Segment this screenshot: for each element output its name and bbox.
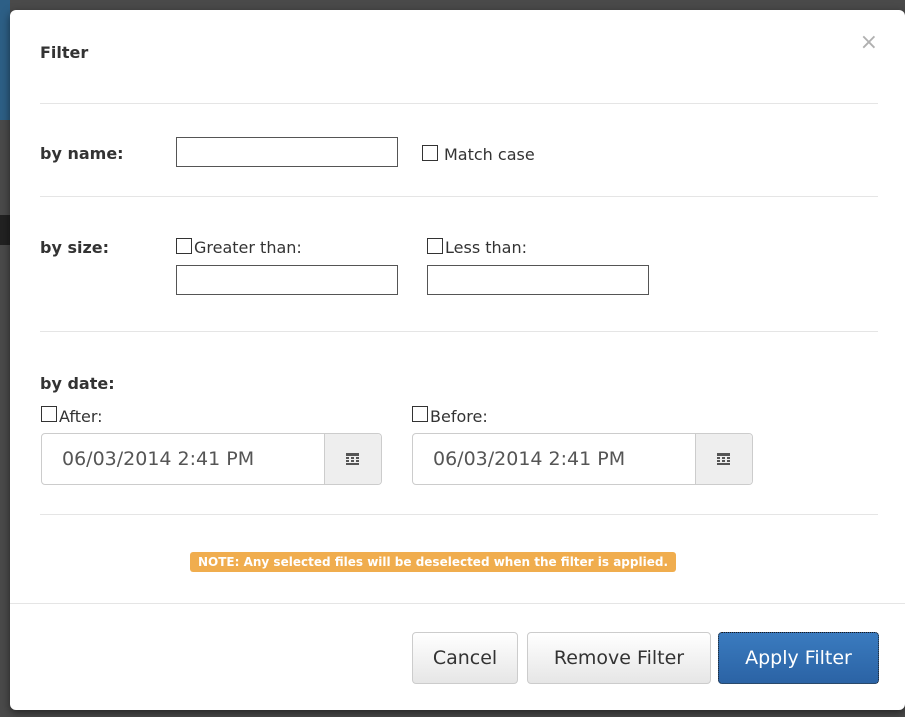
dialog-header: Filter × xyxy=(40,10,878,104)
deselect-note-badge: NOTE: Any selected files will be deselec… xyxy=(190,552,677,572)
size-filter-section: by size: Greater than: Less than: xyxy=(40,196,878,332)
size-filter-label: by size: xyxy=(40,238,110,257)
after-label: After: xyxy=(59,407,103,426)
match-case-checkbox[interactable] xyxy=(422,145,438,161)
before-date-input[interactable]: 06/03/2014 2:41 PM xyxy=(433,448,625,470)
after-calendar-button[interactable] xyxy=(324,434,381,484)
apply-filter-button[interactable]: Apply Filter xyxy=(718,632,879,684)
footer-divider xyxy=(10,603,905,604)
before-label: Before: xyxy=(430,407,488,426)
cancel-button[interactable]: Cancel xyxy=(412,632,518,684)
filter-dialog: Filter × by name: Match case by size: Gr… xyxy=(10,10,905,710)
less-than-input[interactable] xyxy=(427,265,649,295)
date-filter-label: by date: xyxy=(40,374,115,393)
remove-filter-button[interactable]: Remove Filter xyxy=(527,632,711,684)
greater-than-checkbox[interactable] xyxy=(176,238,192,254)
close-icon[interactable]: × xyxy=(860,32,878,54)
after-date-input[interactable]: 06/03/2014 2:41 PM xyxy=(62,448,254,470)
name-input[interactable] xyxy=(176,137,398,167)
before-calendar-button[interactable] xyxy=(695,434,752,484)
before-checkbox[interactable] xyxy=(412,406,428,422)
after-date-picker: 06/03/2014 2:41 PM xyxy=(41,433,382,485)
background-panel-dark xyxy=(0,215,10,245)
less-than-label: Less than: xyxy=(445,238,527,257)
after-checkbox[interactable] xyxy=(41,406,57,422)
calendar-icon xyxy=(346,453,359,465)
greater-than-label: Greater than: xyxy=(194,238,302,257)
name-filter-label: by name: xyxy=(40,144,124,163)
match-case-label: Match case xyxy=(444,145,535,164)
background-panel xyxy=(0,0,10,120)
greater-than-input[interactable] xyxy=(176,265,398,295)
before-date-picker: 06/03/2014 2:41 PM xyxy=(412,433,753,485)
calendar-icon xyxy=(717,453,730,465)
less-than-checkbox[interactable] xyxy=(427,238,443,254)
date-filter-section: by date: After: 06/03/2014 2:41 PM Befor… xyxy=(40,331,878,515)
name-filter-section: by name: Match case xyxy=(40,103,878,197)
dialog-title: Filter xyxy=(40,43,89,62)
